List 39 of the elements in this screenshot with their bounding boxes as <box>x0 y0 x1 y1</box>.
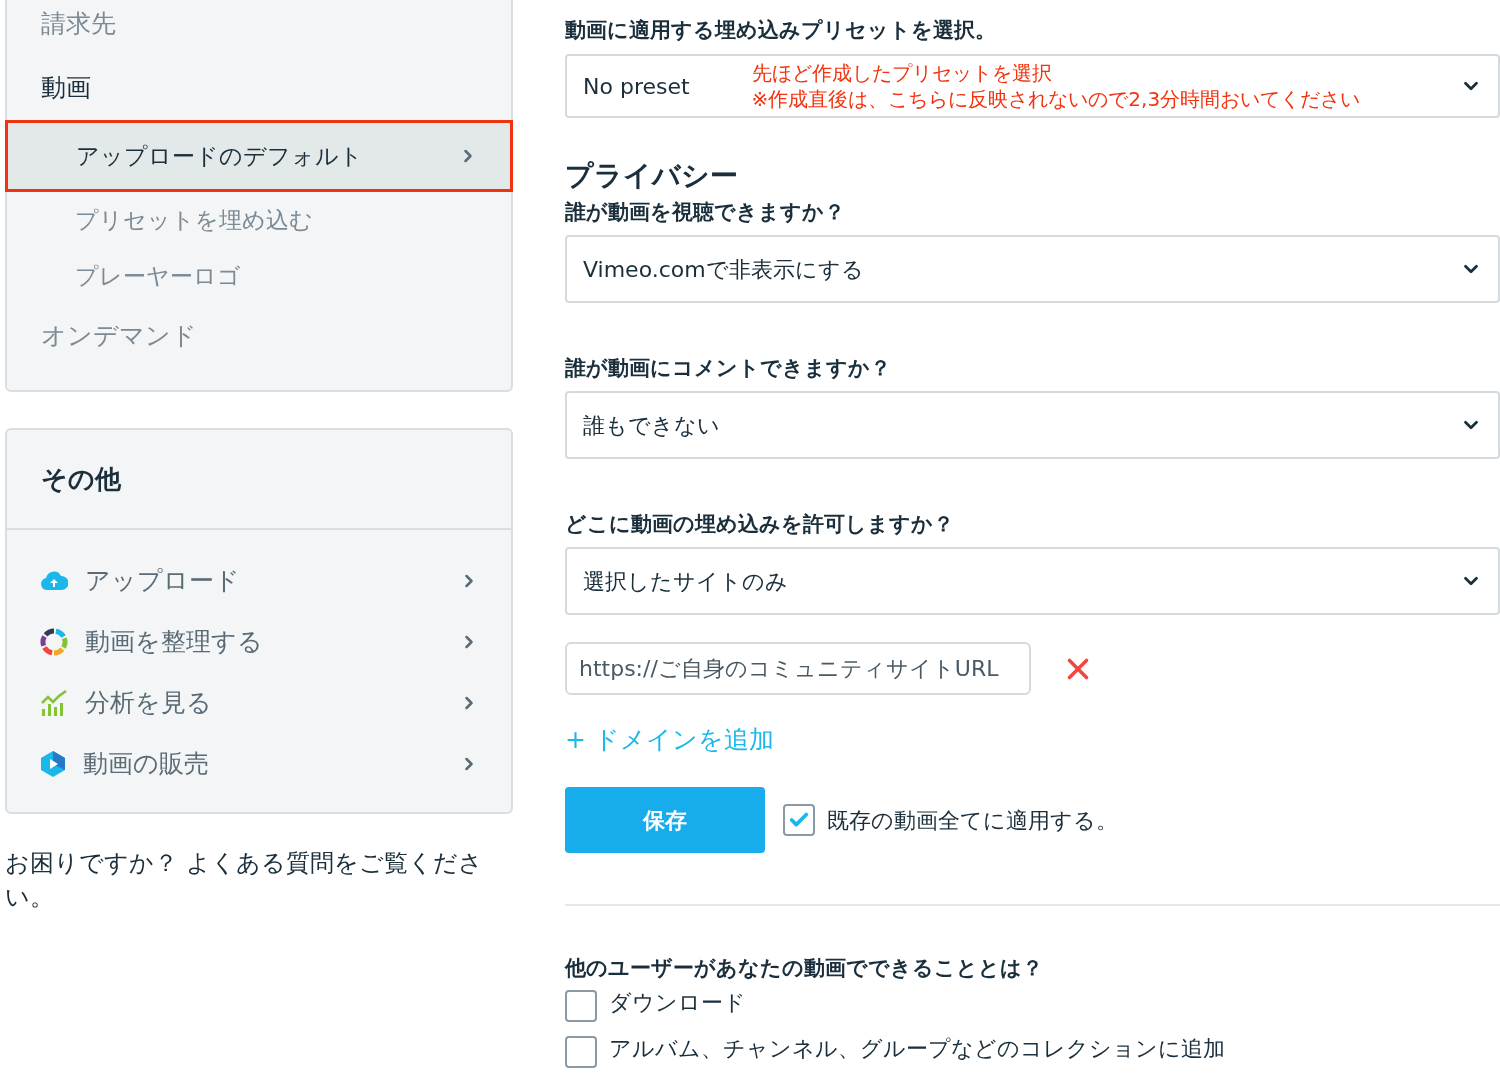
dropdown[interactable]: No preset 先ほど作成したプリセットを選択 ※作成直後は、こちらに反映されないので2,3分時間おいてください <box>565 54 1500 118</box>
menu-section[interactable]: 動画 <box>41 69 91 107</box>
section-heading: プライバシー <box>565 158 739 194</box>
checkbox-label: ダウンロード <box>609 990 746 1016</box>
menu-section[interactable]: 請求先 <box>41 5 116 43</box>
field-label: 動画に適用する埋め込みプリセットを選択。 <box>565 17 997 44</box>
domain-input[interactable]: https://ご自身のコミュニティサイトURL <box>565 642 1031 695</box>
checkbox[interactable] <box>565 990 597 1022</box>
help-text: お困りですか？ よくある質問をご覧ください。 <box>5 848 484 913</box>
menu-item[interactable]: 分析を見る <box>7 672 511 733</box>
chart-icon <box>40 688 68 717</box>
annotation-text: ※作成直後は、こちらに反映されないので2,3分時間おいてください <box>751 86 1361 112</box>
checkbox-label: 既存の動画全てに適用する。 <box>827 806 1118 835</box>
menu-item[interactable]: プレーヤーロゴ <box>7 248 511 304</box>
checkbox-label: アルバム、チャンネル、グループなどのコレクションに追加 <box>609 1036 1225 1062</box>
dropdown[interactable]: 誰もできない <box>565 391 1500 459</box>
segmented-ring-icon <box>40 627 68 656</box>
menu-item[interactable]: プリセットを埋め込む <box>7 192 511 248</box>
dropdown-value: 選択したサイトのみ <box>583 567 788 596</box>
field-label: 他のユーザーがあなたの動画でできることとは？ <box>565 955 1044 982</box>
menu-section[interactable]: オンデマンド <box>41 317 197 355</box>
menu-item[interactable]: アップロード <box>7 550 511 611</box>
panel-title: その他 <box>41 462 121 496</box>
dropdown-value: Vimeo.comで非表示にする <box>583 255 864 284</box>
menu-item[interactable]: アップロードのデフォルト <box>5 120 513 192</box>
field-label: どこに動画の埋め込みを許可しますか？ <box>565 511 955 538</box>
checkbox[interactable] <box>783 804 815 836</box>
dropdown-value: No preset <box>583 72 690 101</box>
menu-item[interactable]: 動画を整理する <box>7 611 511 672</box>
checkbox[interactable] <box>565 1036 597 1068</box>
dropdown[interactable]: Vimeo.comで非表示にする <box>565 235 1500 303</box>
annotation-text: 先ほど作成したプリセットを選択 <box>751 60 1053 86</box>
field-label: 誰が動画を視聴できますか？ <box>565 199 846 226</box>
dropdown-value: 誰もできない <box>583 411 720 440</box>
play-hexagon-icon <box>40 749 66 778</box>
field-label: 誰が動画にコメントできますか？ <box>565 355 892 382</box>
save-button[interactable]: 保存 <box>565 787 765 853</box>
menu-item[interactable]: 動画の販売 <box>7 733 511 794</box>
dropdown[interactable]: 選択したサイトのみ <box>565 547 1500 615</box>
